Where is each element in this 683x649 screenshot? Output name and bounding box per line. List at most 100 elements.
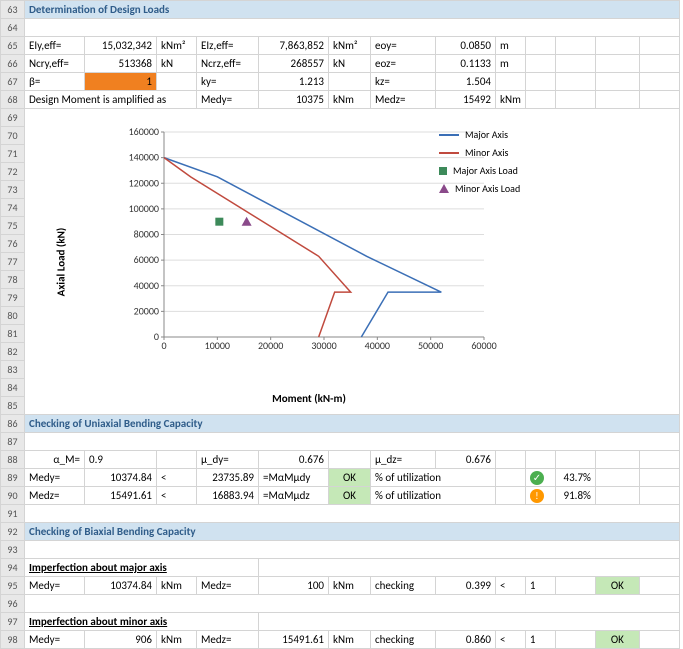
row-header[interactable]: 77	[1, 253, 25, 271]
cell[interactable]: 1	[525, 577, 555, 595]
cell[interactable]: =MαMμdy	[259, 469, 329, 487]
row-header[interactable]: 83	[1, 361, 25, 379]
cell[interactable]: Medy=	[25, 631, 85, 649]
status-ok[interactable]: OK	[329, 487, 371, 505]
cell[interactable]	[525, 55, 555, 73]
cell[interactable]: EIz,eff=	[197, 37, 259, 55]
row-header[interactable]: 67	[1, 73, 25, 91]
cell[interactable]	[25, 19, 680, 37]
cell[interactable]	[595, 91, 639, 109]
cell[interactable]: % of utilization	[371, 469, 496, 487]
cell[interactable]: β=	[25, 73, 85, 91]
cell[interactable]	[595, 73, 639, 91]
cell[interactable]: 10375	[259, 91, 329, 109]
cell[interactable]: kz=	[371, 73, 436, 91]
cell[interactable]: 1.504	[436, 73, 496, 91]
status-ok[interactable]: OK	[329, 469, 371, 487]
cell[interactable]: 10374.84	[85, 577, 157, 595]
cell[interactable]	[639, 487, 679, 505]
cell[interactable]: Medy=	[25, 469, 85, 487]
cell[interactable]: kNm	[329, 577, 371, 595]
cell[interactable]	[639, 451, 679, 469]
cell[interactable]: <	[157, 487, 197, 505]
cell[interactable]	[496, 73, 526, 91]
cell[interactable]: checking	[371, 631, 436, 649]
row-header[interactable]: 73	[1, 181, 25, 199]
row-header[interactable]: 90	[1, 487, 25, 505]
cell[interactable]	[639, 55, 679, 73]
cell[interactable]	[25, 541, 680, 559]
cell[interactable]	[595, 37, 639, 55]
cell[interactable]: kNm²	[157, 37, 197, 55]
cell[interactable]: 100	[259, 577, 329, 595]
row-header[interactable]: 75	[1, 217, 25, 235]
row-header[interactable]: 97	[1, 613, 25, 631]
cell[interactable]: Ncry,eff=	[25, 55, 85, 73]
cell[interactable]: kN	[157, 55, 197, 73]
row-header[interactable]: 79	[1, 289, 25, 307]
status-badge[interactable]: !	[525, 487, 555, 505]
cell[interactable]: eoy=	[371, 37, 436, 55]
cell[interactable]: Medz=	[197, 631, 259, 649]
cell[interactable]	[259, 613, 680, 631]
row-header[interactable]: 87	[1, 433, 25, 451]
cell[interactable]	[595, 55, 639, 73]
cell[interactable]	[555, 91, 595, 109]
section-title[interactable]: Determination of Design Loads	[25, 1, 680, 19]
cell[interactable]: Medy=	[25, 577, 85, 595]
cell[interactable]: 91.8%	[555, 487, 595, 505]
row-header[interactable]: 95	[1, 577, 25, 595]
cell[interactable]: 43.7%	[555, 469, 595, 487]
row-header[interactable]: 92	[1, 523, 25, 541]
cell[interactable]	[639, 631, 679, 649]
row-header[interactable]: 72	[1, 163, 25, 181]
cell[interactable]	[639, 91, 679, 109]
row-header[interactable]: 71	[1, 145, 25, 163]
cell[interactable]: 268557	[259, 55, 329, 73]
cell[interactable]: m	[496, 55, 526, 73]
cell[interactable]: kNm	[329, 91, 371, 109]
sub-header[interactable]: Imperfection about minor axis	[25, 613, 259, 631]
cell[interactable]: 0.0850	[436, 37, 496, 55]
section-title[interactable]: Checking of Uniaxial Bending Capacity	[25, 415, 680, 433]
row-header[interactable]: 88	[1, 451, 25, 469]
cell[interactable]: checking	[371, 577, 436, 595]
row-header[interactable]: 85	[1, 397, 25, 415]
cell[interactable]	[525, 73, 555, 91]
cell[interactable]	[525, 37, 555, 55]
cell[interactable]	[25, 505, 680, 523]
cell[interactable]: eoz=	[371, 55, 436, 73]
row-header[interactable]: 89	[1, 469, 25, 487]
cell[interactable]	[555, 451, 595, 469]
cell[interactable]: α_M=	[25, 451, 85, 469]
cell[interactable]: m	[496, 37, 526, 55]
cell[interactable]	[555, 577, 595, 595]
cell[interactable]	[496, 469, 526, 487]
row-header[interactable]: 80	[1, 307, 25, 325]
row-header[interactable]: 96	[1, 595, 25, 613]
row-header[interactable]: 70	[1, 127, 25, 145]
cell[interactable]	[555, 631, 595, 649]
cell[interactable]	[25, 595, 680, 613]
row-header[interactable]: 91	[1, 505, 25, 523]
cell[interactable]: μ_dy=	[197, 451, 259, 469]
cell-highlighted[interactable]: 1	[85, 73, 157, 91]
row-header[interactable]: 68	[1, 91, 25, 109]
status-ok[interactable]: OK	[595, 631, 639, 649]
cell[interactable]: kNm²	[329, 37, 371, 55]
sub-header[interactable]: Imperfection about major axis	[25, 559, 259, 577]
cell[interactable]	[496, 451, 526, 469]
cell[interactable]	[555, 55, 595, 73]
cell[interactable]: 15,032,342	[85, 37, 157, 55]
cell[interactable]: 15491.61	[259, 631, 329, 649]
cell[interactable]: <	[496, 631, 526, 649]
row-header[interactable]: 66	[1, 55, 25, 73]
cell[interactable]: kNm	[329, 631, 371, 649]
cell[interactable]: 23735.89	[197, 469, 259, 487]
cell[interactable]	[496, 487, 526, 505]
cell[interactable]: Medz=	[371, 91, 436, 109]
cell[interactable]	[639, 577, 679, 595]
cell[interactable]	[595, 487, 639, 505]
cell[interactable]	[157, 73, 197, 91]
cell[interactable]	[525, 451, 555, 469]
